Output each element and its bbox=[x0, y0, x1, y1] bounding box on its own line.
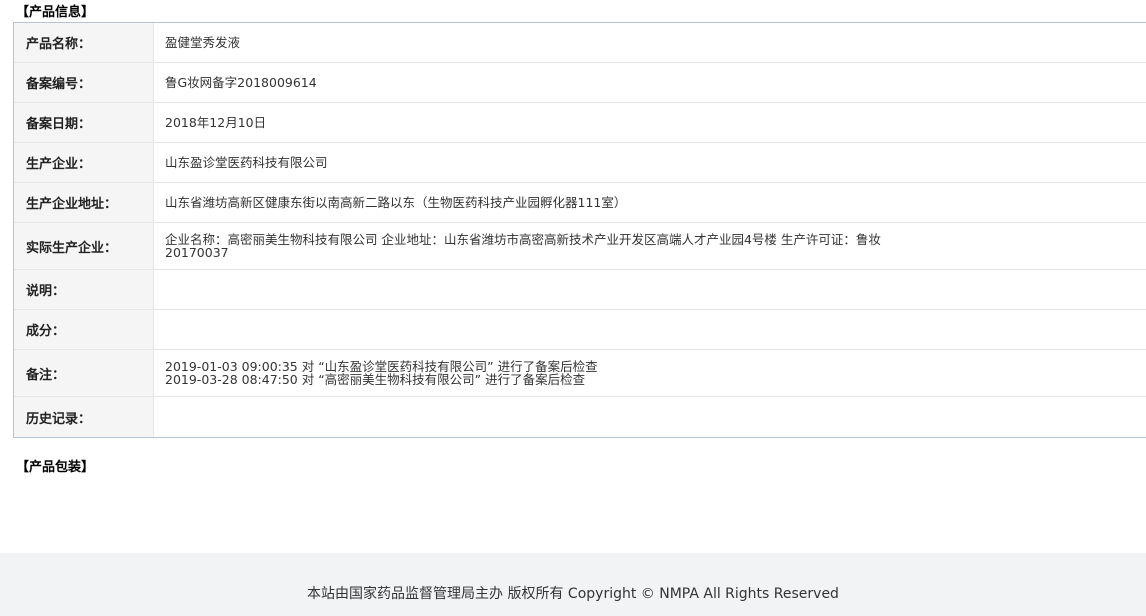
page: 【产品信息】 产品名称： 盈健堂秀发液 备案编号： 鲁G妆网备字20180096… bbox=[0, 0, 1146, 616]
table-row: 实际生产企业： 企业名称：高密丽美生物科技有限公司 企业地址：山东省潍坊市高密高… bbox=[14, 223, 1146, 270]
value-line: 2018年12月10日 bbox=[165, 115, 267, 130]
row-value: 2018年12月10日 bbox=[154, 103, 1146, 142]
row-label: 备案编号： bbox=[14, 63, 154, 102]
row-label: 备案日期： bbox=[14, 103, 154, 142]
row-value: 山东省潍坊高新区健康东街以南高新二路以东（生物医药科技产业园孵化器111室） bbox=[154, 183, 1146, 222]
row-value: 2019-01-03 09:00:35 对 “山东盈诊堂医药科技有限公司” 进行… bbox=[154, 350, 1146, 396]
value-line: 2019-03-28 08:47:50 对 “高密丽美生物科技有限公司” 进行了… bbox=[165, 372, 586, 387]
row-label: 成分： bbox=[14, 310, 154, 349]
value-line: 企业名称：高密丽美生物科技有限公司 企业地址：山东省潍坊市高密高新技术产业开发区… bbox=[165, 232, 881, 247]
row-value: 鲁G妆网备字2018009614 bbox=[154, 63, 1146, 102]
value-line: 山东省潍坊高新区健康东街以南高新二路以东（生物医药科技产业园孵化器111室） bbox=[165, 195, 627, 210]
row-label: 产品名称： bbox=[14, 23, 154, 62]
row-value bbox=[154, 310, 1146, 349]
footer-copyright: 本站由国家药品监督管理局主办 版权所有 Copyright © NMPA All… bbox=[307, 585, 839, 602]
value-line: 山东盈诊堂医药科技有限公司 bbox=[165, 155, 328, 170]
row-value: 山东盈诊堂医药科技有限公司 bbox=[154, 143, 1146, 182]
table-row: 生产企业地址： 山东省潍坊高新区健康东街以南高新二路以东（生物医药科技产业园孵化… bbox=[14, 183, 1146, 223]
table-row: 备案日期： 2018年12月10日 bbox=[14, 103, 1146, 143]
row-value bbox=[154, 270, 1146, 309]
row-label: 生产企业地址： bbox=[14, 183, 154, 222]
table-row: 说明： bbox=[14, 270, 1146, 310]
table-row: 备案编号： 鲁G妆网备字2018009614 bbox=[14, 63, 1146, 103]
row-label: 实际生产企业： bbox=[14, 223, 154, 269]
table-row: 产品名称： 盈健堂秀发液 bbox=[14, 23, 1146, 63]
value-line: 盈健堂秀发液 bbox=[165, 35, 241, 50]
product-package-title: 【产品包装】 bbox=[16, 460, 95, 475]
table-row: 生产企业： 山东盈诊堂医药科技有限公司 bbox=[14, 143, 1146, 183]
row-value: 盈健堂秀发液 bbox=[154, 23, 1146, 62]
table-row: 备注： 2019-01-03 09:00:35 对 “山东盈诊堂医药科技有限公司… bbox=[14, 350, 1146, 397]
product-info-table: 产品名称： 盈健堂秀发液 备案编号： 鲁G妆网备字2018009614 备案日期… bbox=[13, 22, 1146, 438]
footer: 本站由国家药品监督管理局主办 版权所有 Copyright © NMPA All… bbox=[0, 553, 1146, 616]
value-line: 20170037 bbox=[165, 245, 229, 260]
row-label: 生产企业： bbox=[14, 143, 154, 182]
row-value: 企业名称：高密丽美生物科技有限公司 企业地址：山东省潍坊市高密高新技术产业开发区… bbox=[154, 223, 1146, 269]
product-info-title: 【产品信息】 bbox=[16, 5, 95, 20]
row-label: 说明： bbox=[14, 270, 154, 309]
row-label: 备注： bbox=[14, 350, 154, 396]
table-row: 历史记录： bbox=[14, 397, 1146, 437]
value-line: 鲁G妆网备字2018009614 bbox=[165, 75, 317, 90]
row-value bbox=[154, 397, 1146, 437]
table-row: 成分： bbox=[14, 310, 1146, 350]
row-label: 历史记录： bbox=[14, 397, 154, 437]
